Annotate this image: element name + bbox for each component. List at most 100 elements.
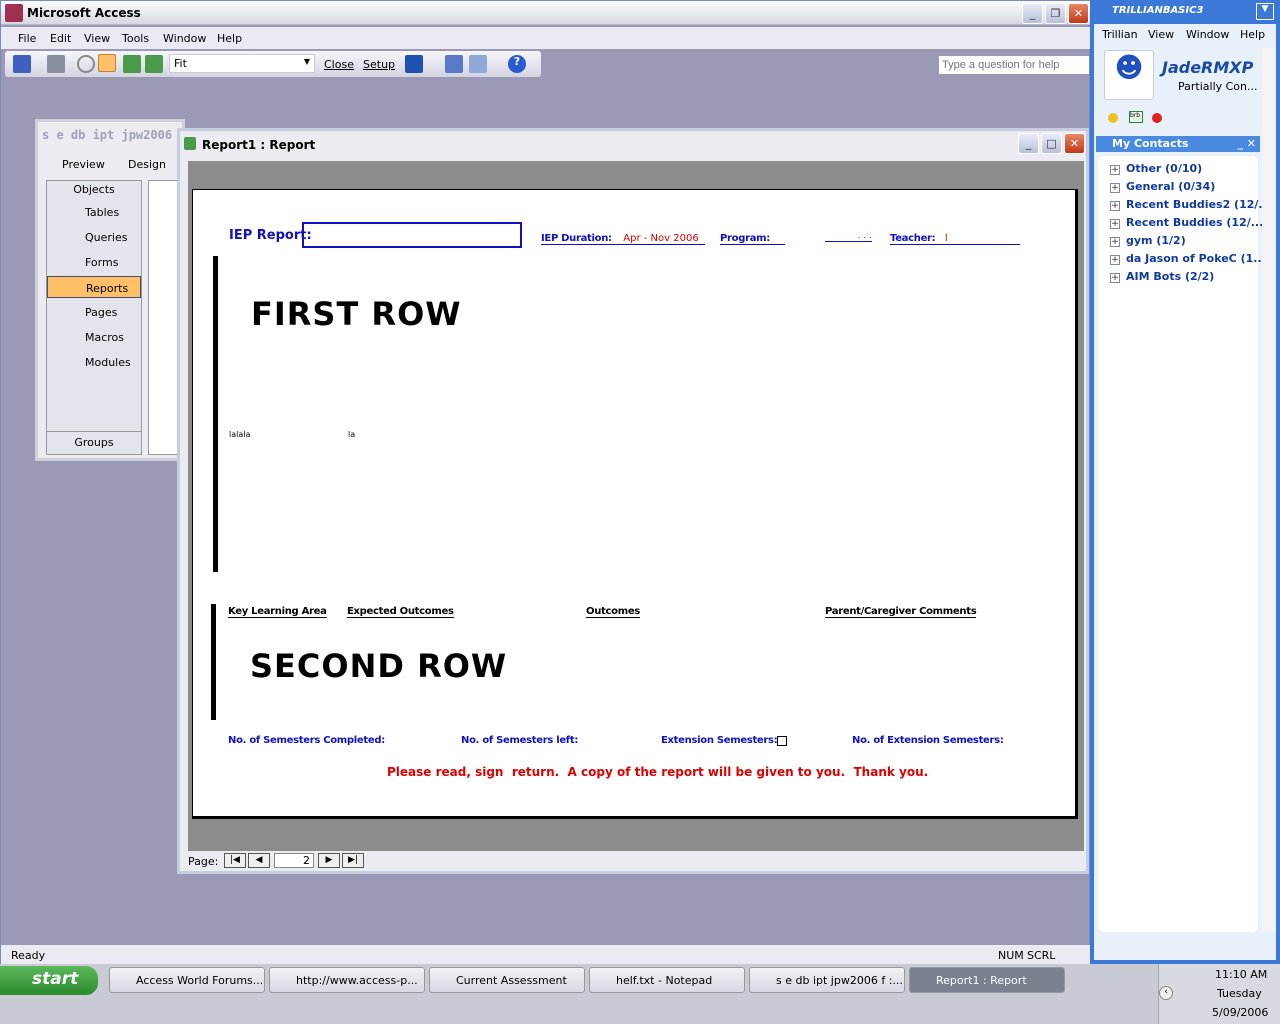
first-page-button[interactable]: |◀ [224, 853, 246, 868]
title-bar: Microsoft Access _ ❐ ✕ [1, 1, 1091, 25]
contact-list: + Other (0/10) + General (0/34) + Recent Bu… [1098, 156, 1271, 932]
word-export-icon[interactable] [405, 55, 423, 73]
task-notepad[interactable]: helf.txt - Notepad [589, 967, 745, 993]
menu-window[interactable]: Window [163, 32, 206, 45]
trillian-scrollbar[interactable] [1262, 48, 1274, 932]
object-reports[interactable]: Reports [47, 276, 141, 298]
report-maximize-button[interactable]: □ [1041, 133, 1062, 154]
preview-button[interactable]: Preview [62, 158, 105, 171]
extension-semesters-label: Extension Semesters: [661, 735, 778, 746]
menu-tools[interactable]: Tools [122, 32, 149, 45]
contact-group[interactable]: + Recent Buddies (12/... [1110, 216, 1263, 229]
system-tray: 11:10 AM Tuesday 5/09/2006 ‹ [1158, 964, 1280, 1024]
clock-day: Tuesday [1217, 987, 1262, 1000]
column-parent-comments: Parent/Caregiver Comments [825, 606, 977, 618]
brb-status-icon[interactable]: brb [1129, 111, 1143, 123]
page-label: Page: [188, 855, 219, 868]
print-preview-toolbar: Fit ▼ Close Setup ? [5, 51, 541, 77]
contact-group[interactable]: + General (0/34) [1110, 180, 1215, 193]
object-pages[interactable]: Pages [47, 301, 141, 323]
trillian-menu-trillian[interactable]: Trillian [1102, 28, 1138, 41]
task-report1[interactable]: Report1 : Report [909, 967, 1065, 993]
scroll-lock-indicator: SCRL [1027, 949, 1056, 962]
trillian-menu-button[interactable]: ▼ [1256, 3, 1274, 20]
away-status-icon[interactable] [1108, 113, 1118, 123]
zoom-select[interactable]: Fit ▼ [169, 54, 315, 73]
clock-time[interactable]: 11:10 AM [1215, 968, 1267, 981]
task-current-assessment[interactable]: Current Assessment [429, 967, 585, 993]
contact-group[interactable]: + Recent Buddies2 (12/... [1110, 198, 1271, 211]
contact-group[interactable]: + da Jason of PokeC (1... [1110, 252, 1266, 265]
start-button[interactable]: start [0, 966, 98, 995]
help-search-input[interactable] [939, 56, 1089, 74]
extension-semesters-count-label: No. of Extension Semesters: [852, 735, 1004, 746]
extension-checkbox[interactable] [777, 736, 787, 746]
two-pages-icon[interactable] [123, 55, 141, 73]
menu-file[interactable]: File [18, 32, 36, 45]
semesters-completed-label: No. of Semesters Completed: [228, 735, 385, 746]
num-lock-indicator: NUM [998, 949, 1024, 962]
column-outcomes: Outcomes [586, 606, 640, 618]
database-window: s e db ipt jpw2006 Preview Design Object… [35, 119, 188, 461]
report-close-button[interactable]: ✕ [1064, 133, 1085, 154]
status-text: Ready [11, 949, 46, 962]
trillian-menu-window[interactable]: Window [1186, 28, 1229, 41]
last-page-button[interactable]: ▶| [342, 853, 364, 868]
object-tables[interactable]: Tables [47, 201, 141, 223]
object-forms[interactable]: Forms [47, 251, 141, 273]
objects-header[interactable]: Objects [47, 183, 141, 196]
help-icon[interactable]: ? [508, 55, 526, 73]
one-page-icon[interactable] [98, 54, 116, 72]
database-window-icon[interactable] [445, 55, 463, 73]
setup-button[interactable]: Setup [363, 58, 395, 71]
contact-group[interactable]: + Other (0/10) [1110, 162, 1202, 175]
report-minimize-button[interactable]: _ [1018, 133, 1039, 154]
contact-group[interactable]: + AIM Bots (2/2) [1110, 270, 1214, 283]
program-value: . . . [825, 231, 872, 242]
show-hidden-icons-button[interactable]: ‹ [1159, 986, 1173, 1000]
task-access-world-forums[interactable]: Access World Forums... [109, 967, 265, 993]
design-view-icon[interactable] [13, 55, 31, 73]
status-bar: Ready NUM SCRL [1, 945, 1091, 965]
print-icon[interactable] [47, 55, 65, 73]
task-access-programmers[interactable]: http://www.access-p... [269, 967, 425, 993]
trillian-brand: TRILLIANBASIC3 [1112, 5, 1204, 16]
close-preview-button[interactable]: Close [324, 58, 354, 71]
trillian-menu-help[interactable]: Help [1240, 28, 1265, 41]
object-macros[interactable]: Macros [47, 326, 141, 348]
trillian-body: Trillian View Window Help ☻ JadeRMXP Par… [1094, 24, 1276, 960]
restore-button[interactable]: ❐ [1045, 3, 1066, 24]
iep-report-field [302, 222, 522, 248]
username: JadeRMXP [1162, 58, 1254, 77]
contacts-close-icon[interactable]: _ ✕ [1237, 137, 1256, 150]
minimize-button[interactable]: _ [1022, 3, 1043, 24]
avatar[interactable]: ☻ [1104, 50, 1154, 100]
preview-canvas: IEP Report: IEP Duration: Apr - Nov 2006… [188, 161, 1084, 851]
offline-status-icon[interactable] [1152, 113, 1162, 123]
page-number-input[interactable]: 2 [274, 853, 314, 868]
report-page: IEP Report: IEP Duration: Apr - Nov 2006… [192, 189, 1078, 819]
teacher-label: Teacher: [890, 233, 936, 244]
close-button[interactable]: ✕ [1068, 3, 1089, 24]
next-page-button[interactable]: ▶ [318, 853, 340, 868]
iep-duration-label: IEP Duration: [541, 233, 612, 244]
menu-help[interactable]: Help [217, 32, 242, 45]
object-queries[interactable]: Queries [47, 226, 141, 248]
menu-edit[interactable]: Edit [50, 32, 71, 45]
menu-view[interactable]: View [84, 32, 110, 45]
zoom-icon[interactable] [77, 55, 95, 73]
groups-header[interactable]: Groups [47, 431, 141, 449]
semesters-left-label: No. of Semesters left: [461, 735, 579, 746]
design-button[interactable]: Design [128, 158, 166, 171]
prev-page-button[interactable]: ◀ [248, 853, 270, 868]
multiple-pages-icon[interactable] [145, 55, 163, 73]
task-database[interactable]: s e db ipt jpw2006 f :... [749, 967, 905, 993]
program: Program: [720, 231, 785, 245]
trillian-menu-view[interactable]: View [1148, 28, 1174, 41]
new-object-icon[interactable] [469, 55, 487, 73]
lalala-text: lalala [229, 430, 251, 439]
access-key-icon [5, 4, 23, 22]
report-window: Report1 : Report _ □ ✕ IEP Report: IEP D… [177, 128, 1089, 874]
contact-group[interactable]: + gym (1/2) [1110, 234, 1186, 247]
object-modules[interactable]: Modules [47, 351, 141, 373]
